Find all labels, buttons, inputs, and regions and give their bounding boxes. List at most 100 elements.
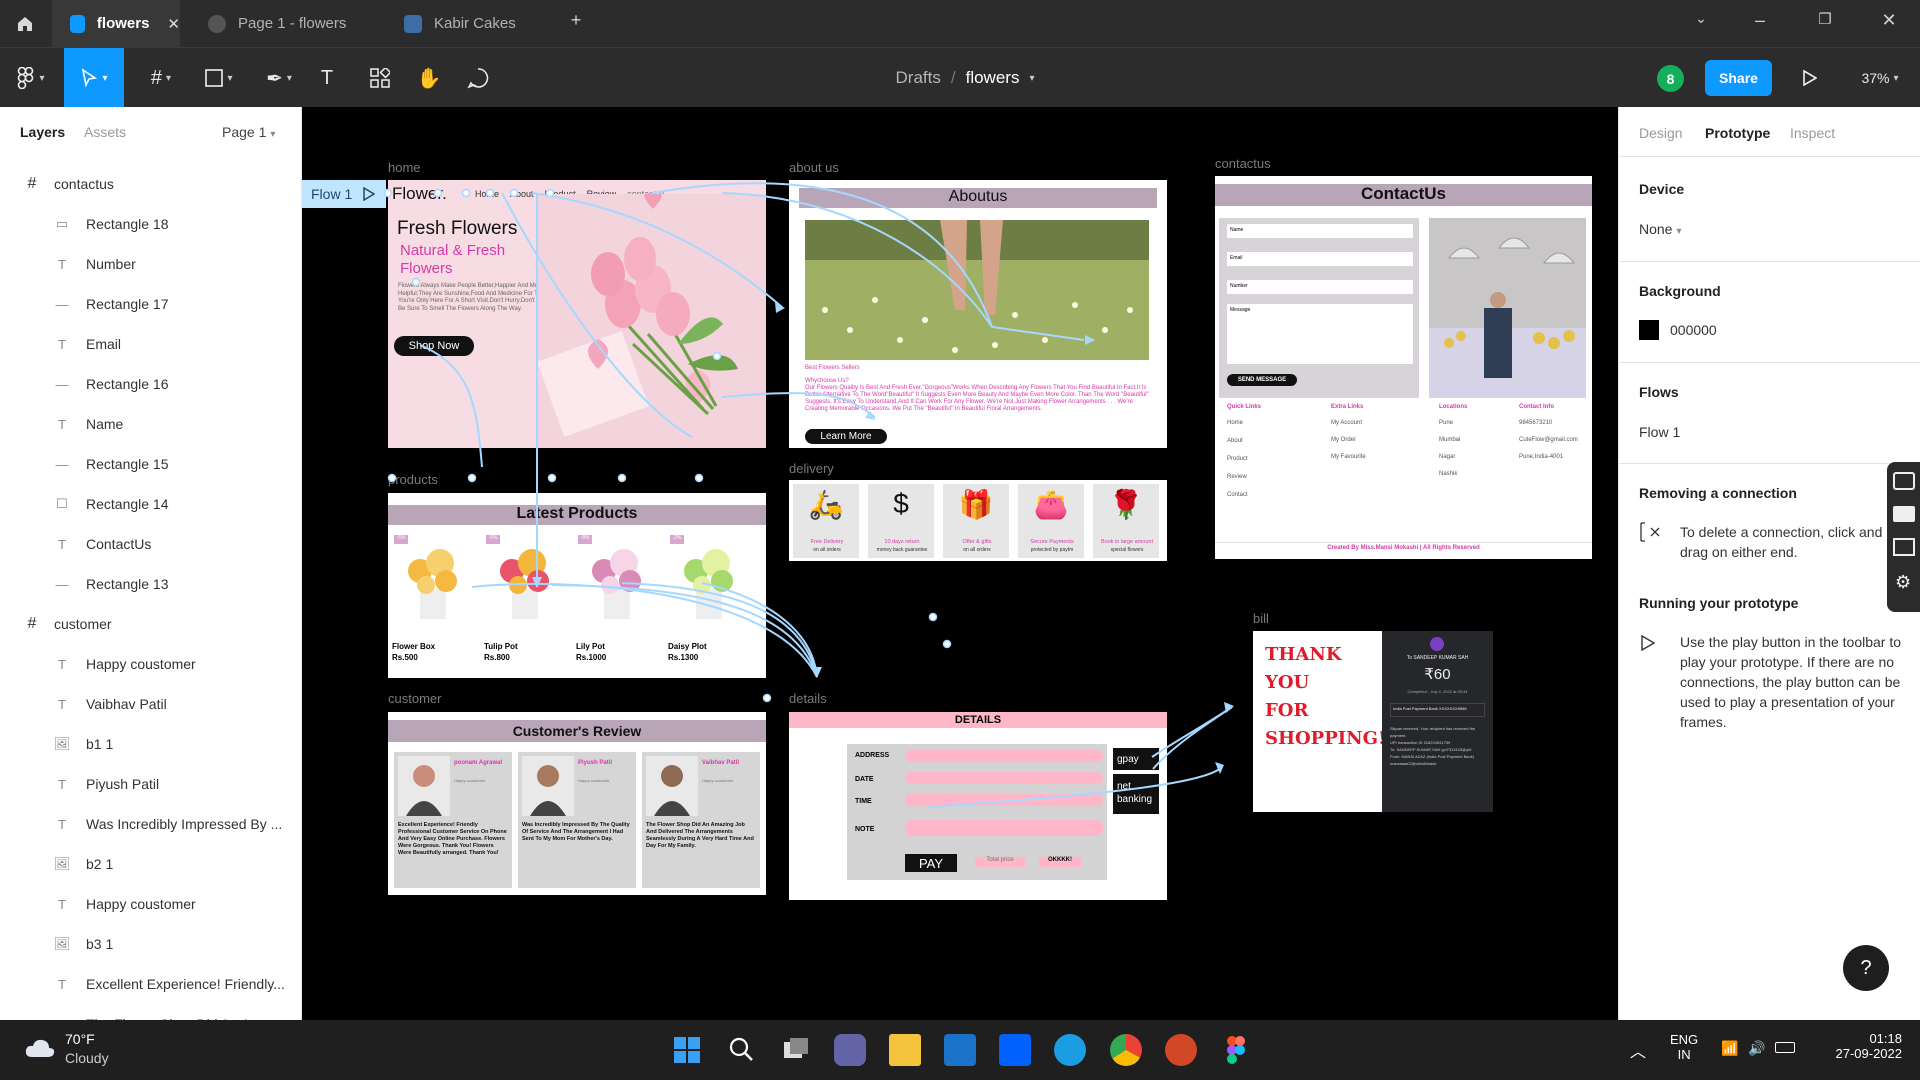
tab-flowers[interactable]: flowers ✕ — [52, 0, 180, 47]
okay-button[interactable]: OKKKK! — [1039, 857, 1081, 867]
net-banking-option[interactable]: net banking — [1113, 774, 1159, 814]
move-tool-icon[interactable]: ▾ — [64, 48, 124, 108]
frame-label-contact[interactable]: contactus — [1215, 156, 1271, 171]
date-field[interactable] — [905, 772, 1103, 784]
tab-kabir-cakes[interactable]: Kabir Cakes — [390, 0, 560, 47]
product-name[interactable]: Daisy Plot — [668, 642, 707, 651]
layer-row[interactable]: — Rectangle 17 — [0, 284, 301, 324]
minimize-icon[interactable]: – — [1745, 10, 1775, 31]
background-color-swatch[interactable] — [1639, 320, 1659, 340]
frame-tool-icon[interactable]: # ▾ — [136, 48, 186, 108]
main-menu-icon[interactable]: ▾ — [8, 48, 54, 108]
chevron-down-icon[interactable]: ⌄ — [1686, 10, 1716, 27]
windows-start-icon[interactable] — [671, 1034, 703, 1066]
address-field[interactable] — [905, 750, 1103, 762]
home-icon[interactable] — [0, 0, 50, 47]
search-icon[interactable] — [725, 1034, 757, 1066]
layer-row[interactable]: # contactus — [0, 164, 301, 204]
comment-tool-icon[interactable] — [463, 48, 493, 108]
footer-link[interactable]: Nashik — [1439, 471, 1499, 477]
frame-home[interactable]: Flower. Home About Product Review contac… — [388, 180, 766, 448]
page-selector[interactable]: Page 1 ▾ — [222, 124, 275, 140]
resources-icon[interactable] — [365, 48, 395, 108]
tab-layers[interactable]: Layers — [20, 124, 65, 140]
footer-link[interactable]: Product — [1227, 456, 1307, 462]
layer-row[interactable]: T Number — [0, 244, 301, 284]
breadcrumb-drafts[interactable]: Drafts — [896, 68, 941, 88]
frame-label-home[interactable]: home — [388, 160, 421, 175]
gpay-option[interactable]: gpay — [1113, 748, 1159, 770]
flow-item[interactable]: Flow 1 — [1639, 424, 1680, 440]
edge-browser-icon[interactable] — [1054, 1034, 1086, 1066]
time-field[interactable] — [905, 794, 1103, 806]
share-button[interactable]: Share — [1705, 60, 1772, 96]
layer-row[interactable]: T Piyush Patil — [0, 764, 301, 804]
footer-link[interactable]: My Account — [1331, 420, 1411, 426]
layer-row[interactable]: TThe Flower Shop Did An Ama... — [0, 1004, 301, 1020]
window-close-icon[interactable]: ✕ — [1874, 10, 1904, 31]
email-field[interactable]: Email — [1227, 252, 1413, 266]
layer-row[interactable]: 🖼 b1 1 — [0, 724, 301, 764]
present-play-icon[interactable] — [1795, 48, 1825, 108]
layer-row[interactable]: — Rectangle 13 — [0, 564, 301, 604]
figma-app-icon[interactable] — [1220, 1034, 1252, 1066]
volume-icon[interactable]: 🔊 — [1748, 1040, 1765, 1057]
learn-more-button[interactable]: Learn More — [805, 429, 887, 444]
footer-link[interactable]: Mumbai — [1439, 437, 1499, 443]
wifi-icon[interactable]: 📶 — [1721, 1040, 1738, 1057]
frame-about[interactable]: Aboutus Best Flowers Sellers Whychoose U… — [789, 180, 1167, 448]
footer-link[interactable]: Nagar — [1439, 454, 1499, 460]
zoom-dropdown[interactable]: 37% ▾ — [1850, 48, 1910, 108]
chrome-browser-icon[interactable] — [1110, 1034, 1142, 1066]
new-tab-icon[interactable]: + — [561, 10, 591, 31]
layer-row[interactable]: — Rectangle 16 — [0, 364, 301, 404]
tab-inspect[interactable]: Inspect — [1790, 125, 1835, 141]
layer-row[interactable]: T Excellent Experience! Friendly... — [0, 964, 301, 1004]
frame-products[interactable]: Latest Products -5% Flower Box Rs.500 -6% Tu… — [388, 493, 766, 678]
battery-icon[interactable] — [1775, 1042, 1795, 1053]
task-view-icon[interactable] — [780, 1034, 812, 1066]
device-dropdown[interactable]: None ▾ — [1639, 221, 1682, 237]
product-name[interactable]: Lily Pot — [576, 642, 605, 651]
frame-bill[interactable]: THANK YOU FOR SHOPPING! To SANDEEP KUMAR… — [1253, 631, 1493, 812]
shop-now-button[interactable]: Shop Now — [394, 336, 474, 356]
dropbox-icon[interactable] — [999, 1034, 1031, 1066]
nav-home[interactable]: Home — [475, 189, 499, 199]
user-avatar-badge[interactable]: 8 — [1657, 65, 1684, 92]
weather-desc[interactable]: Cloudy — [65, 1050, 109, 1066]
teams-chat-icon[interactable] — [834, 1034, 866, 1066]
layer-row[interactable]: T Name — [0, 404, 301, 444]
video-icon[interactable] — [1893, 506, 1915, 522]
footer-link[interactable]: About — [1227, 438, 1307, 444]
layer-row[interactable]: 🖼 b2 1 — [0, 844, 301, 884]
number-field[interactable]: Number — [1227, 280, 1413, 294]
close-icon[interactable]: ✕ — [167, 15, 180, 33]
message-field[interactable]: Message — [1227, 304, 1413, 364]
name-field[interactable]: Name — [1227, 224, 1413, 238]
footer-link[interactable]: Contact — [1227, 492, 1307, 498]
footer-link[interactable]: Pune,India-4001 — [1519, 454, 1589, 460]
frame-delivery[interactable]: 🛵 Free Delivery on all orders $10 days retu… — [789, 480, 1167, 561]
hand-tool-icon[interactable]: ✋ — [414, 48, 444, 108]
layer-row[interactable]: ☐ Rectangle 14 — [0, 484, 301, 524]
footer-link[interactable]: Home — [1227, 420, 1307, 426]
tab-page1-flowers[interactable]: Page 1 - flowers — [196, 0, 386, 47]
canvas[interactable]: home about us contactus products deliver… — [302, 107, 1618, 1020]
frame-label-about[interactable]: about us — [789, 160, 839, 175]
layer-row[interactable]: T Was Incredibly Impressed By ... — [0, 804, 301, 844]
footer-link[interactable]: My Order — [1331, 437, 1411, 443]
flow-start-tag[interactable]: Flow 1 — [302, 180, 386, 208]
frame-label-details[interactable]: details — [789, 691, 827, 706]
layer-row[interactable]: T Vaibhav Patil — [0, 684, 301, 724]
layer-row[interactable]: 🖼 b3 1 — [0, 924, 301, 964]
frame-contactus[interactable]: ContactUs Name Email Number Message SEND… — [1215, 176, 1592, 559]
layer-row[interactable]: T ContactUs — [0, 524, 301, 564]
product-name[interactable]: Flower Box — [392, 642, 435, 651]
nav-about[interactable]: About — [510, 189, 534, 199]
background-hex-input[interactable]: 000000 — [1670, 322, 1717, 338]
frame-label-customer[interactable]: customer — [388, 691, 441, 706]
send-message-button[interactable]: SEND MESSAGE — [1227, 374, 1297, 386]
language-indicator[interactable]: ENG IN — [1670, 1032, 1698, 1062]
frame-label-bill[interactable]: bill — [1253, 611, 1269, 626]
text-tool-icon[interactable]: T — [312, 48, 342, 108]
